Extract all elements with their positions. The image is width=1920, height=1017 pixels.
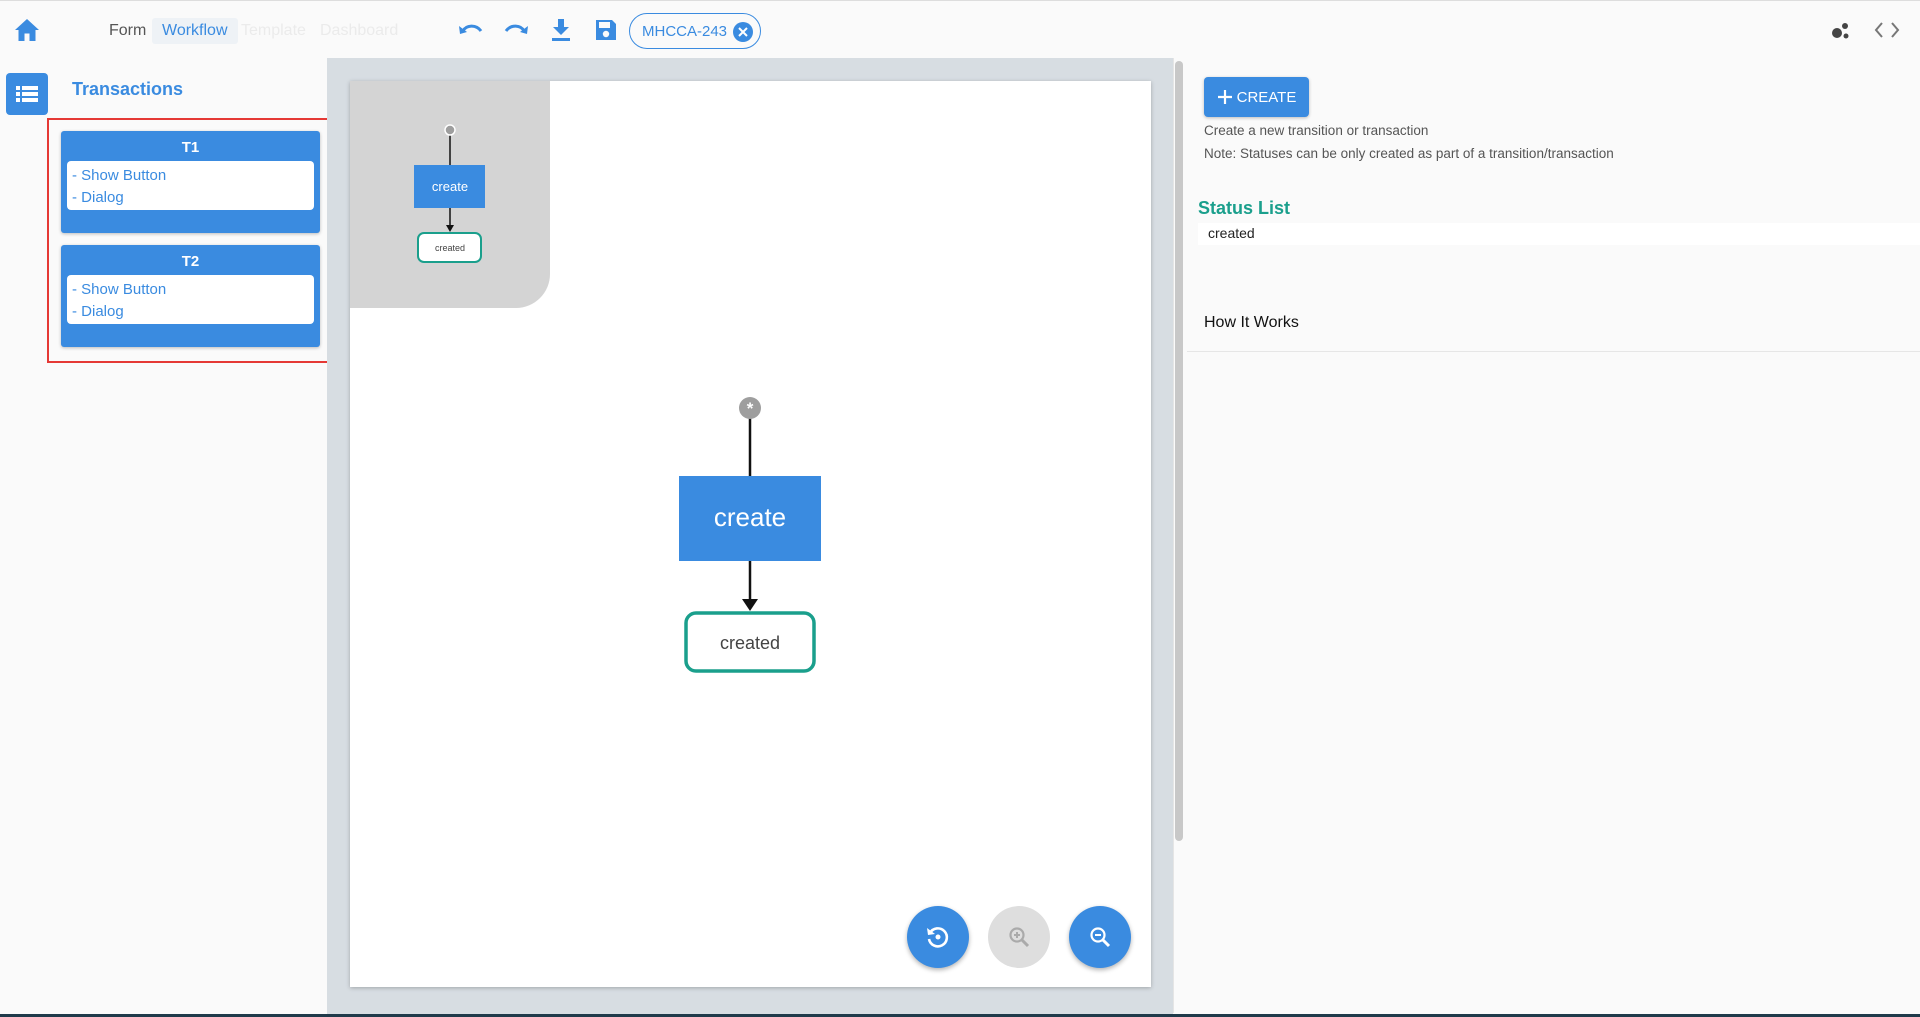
home-icon — [15, 19, 39, 41]
transaction-item: - Dialog — [72, 189, 124, 206]
how-it-works-link[interactable]: How It Works — [1204, 314, 1299, 332]
tab-workflow[interactable]: Workflow — [152, 18, 238, 44]
zoom-out-button[interactable] — [1069, 906, 1131, 968]
status-note: Note: Statuses can be only created as pa… — [1204, 146, 1614, 161]
workflow-chip[interactable]: MHCCA-243 — [629, 13, 761, 49]
minimap-transition-label: create — [432, 179, 468, 194]
undo-button[interactable] — [456, 16, 486, 44]
right-panel — [1187, 58, 1920, 1017]
transaction-card-t2[interactable]: T2 - Show Button - Dialog — [61, 245, 320, 347]
undo-icon — [459, 24, 483, 34]
plus-icon — [1217, 90, 1232, 104]
bubbles-button[interactable] — [1826, 18, 1854, 42]
tab-template: Template — [241, 22, 306, 39]
home-button[interactable] — [12, 16, 42, 44]
create-hint: Create a new transition or transaction — [1204, 123, 1429, 138]
download-icon — [552, 19, 570, 41]
divider — [1187, 351, 1920, 352]
create-button[interactable]: CREATE — [1204, 77, 1309, 117]
chip-close-button[interactable] — [733, 22, 753, 42]
save-button[interactable] — [591, 16, 621, 44]
transaction-items: - Show Button - Dialog — [67, 275, 314, 324]
chip-label: MHCCA-243 — [642, 22, 728, 40]
transaction-card-t1[interactable]: T1 - Show Button - Dialog — [61, 131, 320, 233]
download-button[interactable] — [546, 16, 576, 44]
reset-zoom-button[interactable] — [907, 906, 969, 968]
transaction-list-button[interactable] — [6, 73, 48, 115]
minimap-diagram: create created — [414, 124, 485, 263]
save-icon — [596, 20, 616, 40]
zoom-in-button — [988, 906, 1050, 968]
tab-dashboard: Dashboard — [320, 22, 399, 39]
status-list-title: Status List — [1198, 198, 1291, 218]
transaction-items: - Show Button - Dialog — [67, 161, 314, 210]
code-icon — [1874, 22, 1900, 38]
bubbles-icon — [1832, 23, 1849, 39]
status-label: created — [720, 633, 780, 653]
create-button-label: CREATE — [1236, 88, 1297, 106]
transaction-item: - Show Button — [72, 281, 167, 298]
transaction-item: - Dialog — [72, 303, 124, 320]
transaction-item: - Show Button — [72, 167, 167, 184]
redo-icon — [504, 24, 528, 34]
code-button[interactable] — [1872, 18, 1902, 42]
reset-icon — [927, 927, 949, 948]
zoom-out-icon — [1090, 927, 1111, 948]
minimap-arrow-head — [446, 225, 454, 232]
minimap-start-node — [444, 124, 456, 136]
transaction-name: T2 — [181, 253, 200, 270]
close-icon — [738, 27, 748, 37]
canvas-scrollbar-thumb[interactable] — [1175, 61, 1183, 841]
panel-title: Transactions — [72, 79, 184, 99]
list-icon — [16, 86, 38, 102]
redo-button[interactable] — [501, 16, 531, 44]
tab-form[interactable]: Form — [99, 18, 156, 44]
transition-label: create — [714, 502, 786, 532]
transaction-name: T1 — [181, 139, 200, 156]
start-marker: * — [747, 399, 754, 418]
minimap-status-label: created — [435, 243, 465, 253]
status-list-item[interactable]: created — [1198, 223, 1920, 245]
arrow-head — [742, 599, 758, 611]
zoom-in-icon — [1009, 927, 1030, 948]
